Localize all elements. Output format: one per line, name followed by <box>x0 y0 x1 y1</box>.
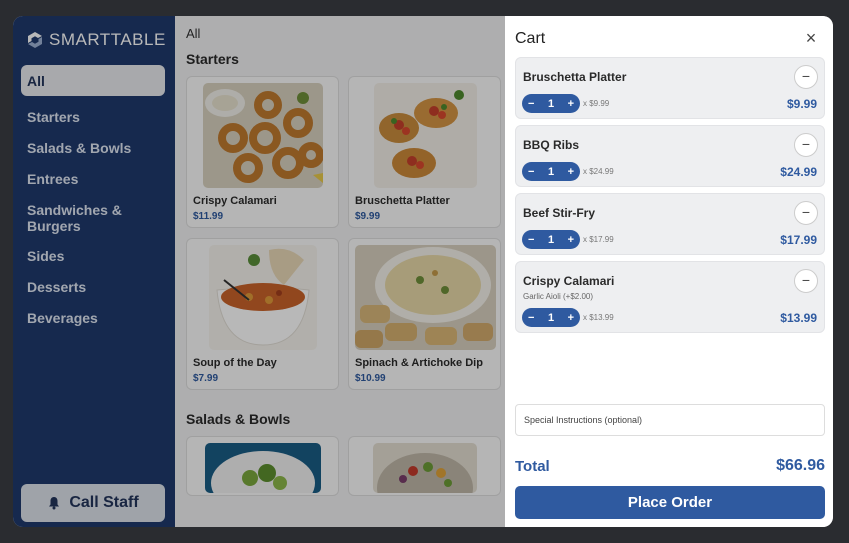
cart-item-name: Bruschetta Platter <box>523 70 627 84</box>
cart-item: Beef Stir-Fry − − 1 + x $17.99 $17.99 <box>515 193 825 255</box>
line-total: $9.99 <box>786 97 817 111</box>
cart-panel: Cart × Bruschetta Platter − − 1 + x $9.9… <box>505 16 833 527</box>
place-order-button[interactable]: Place Order <box>515 486 825 519</box>
cart-item-name: BBQ Ribs <box>523 138 580 152</box>
quantity-stepper[interactable]: − 1 + <box>522 162 580 181</box>
app-screen: SMARTTABLE All Starters Salads & Bowls E… <box>13 16 833 527</box>
quantity-value: 1 <box>547 97 555 110</box>
unit-price: x $9.99 <box>583 99 610 108</box>
cart-title: Cart <box>515 30 546 47</box>
cart-item: BBQ Ribs − − 1 + x $24.99 $24.99 <box>515 125 825 187</box>
quantity-stepper[interactable]: − 1 + <box>522 308 580 327</box>
increment-button[interactable]: + <box>568 234 574 246</box>
decrement-button[interactable]: − <box>528 98 534 110</box>
quantity-stepper[interactable]: − 1 + <box>522 94 580 113</box>
line-total: $13.99 <box>780 311 817 325</box>
quantity-value: 1 <box>547 233 555 246</box>
unit-price: x $13.99 <box>583 313 614 322</box>
modal-overlay[interactable] <box>13 16 505 527</box>
quantity-stepper[interactable]: − 1 + <box>522 230 580 249</box>
cart-item: Crispy Calamari Garlic Aioli (+$2.00) − … <box>515 261 825 333</box>
remove-item-button[interactable]: − <box>794 133 818 157</box>
line-total: $24.99 <box>780 165 817 179</box>
total-value: $66.96 <box>776 457 825 474</box>
unit-price: x $17.99 <box>583 235 614 244</box>
quantity-value: 1 <box>547 165 555 178</box>
increment-button[interactable]: + <box>568 312 574 324</box>
decrement-button[interactable]: − <box>528 234 534 246</box>
special-instructions-input[interactable] <box>515 404 825 436</box>
increment-button[interactable]: + <box>568 166 574 178</box>
close-icon[interactable]: × <box>801 28 821 48</box>
cart-item-modifier: Garlic Aioli (+$2.00) <box>523 292 594 301</box>
remove-item-button[interactable]: − <box>794 201 818 225</box>
remove-item-button[interactable]: − <box>794 269 818 293</box>
quantity-value: 1 <box>547 311 555 324</box>
unit-price: x $24.99 <box>583 167 614 176</box>
total-label: Total <box>515 458 550 475</box>
decrement-button[interactable]: − <box>528 312 534 324</box>
cart-item-name: Crispy Calamari <box>523 274 615 288</box>
remove-item-button[interactable]: − <box>794 65 818 89</box>
cart-item-name: Beef Stir-Fry <box>523 206 596 220</box>
cart-item: Bruschetta Platter − − 1 + x $9.99 $9.99 <box>515 57 825 119</box>
increment-button[interactable]: + <box>568 98 574 110</box>
line-total: $17.99 <box>780 233 817 247</box>
decrement-button[interactable]: − <box>528 166 534 178</box>
